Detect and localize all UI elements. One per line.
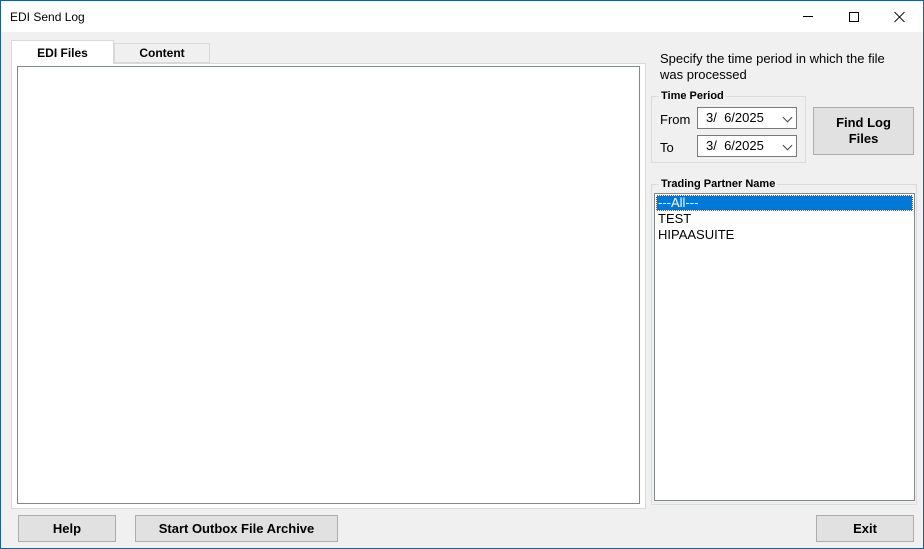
maximize-button[interactable]: [831, 1, 877, 32]
tab-content[interactable]: Content: [114, 43, 210, 63]
to-label: To: [660, 140, 674, 155]
help-button[interactable]: Help: [18, 515, 116, 542]
find-log-files-button[interactable]: Find Log Files: [813, 107, 914, 155]
close-icon: [894, 11, 906, 23]
list-item-test[interactable]: TEST: [656, 211, 913, 227]
list-item-hipaasuite[interactable]: HIPAASUITE: [656, 227, 913, 243]
minimize-icon: [803, 16, 813, 17]
exit-button[interactable]: Exit: [816, 515, 914, 542]
maximize-icon: [849, 11, 859, 22]
to-date-picker[interactable]: 3/ 6/2025: [697, 135, 797, 157]
to-date-value: 3/ 6/2025: [706, 138, 764, 153]
edi-files-list[interactable]: [17, 66, 640, 504]
title-bar[interactable]: EDI Send Log: [1, 1, 923, 32]
edi-send-log-window: EDI Send Log EDI Files Content Specify t…: [0, 0, 924, 549]
chevron-down-icon[interactable]: [782, 140, 793, 151]
trading-partner-list[interactable]: ---All--- TEST HIPAASUITE: [654, 193, 915, 501]
time-period-legend: Time Period: [659, 90, 726, 102]
close-button[interactable]: [877, 1, 923, 32]
from-date-picker[interactable]: 3/ 6/2025: [697, 107, 797, 129]
chevron-down-icon[interactable]: [782, 112, 793, 123]
time-period-instruction: Specify the time period in which the fil…: [660, 51, 885, 82]
list-item-all[interactable]: ---All---: [656, 195, 913, 211]
from-date-value: 3/ 6/2025: [706, 110, 764, 125]
start-outbox-archive-button[interactable]: Start Outbox File Archive: [135, 515, 338, 542]
from-label: From: [660, 112, 691, 127]
window-title: EDI Send Log: [10, 10, 85, 24]
minimize-button[interactable]: [785, 1, 831, 32]
tab-edi-files[interactable]: EDI Files: [11, 40, 114, 64]
trading-partner-legend: Trading Partner Name: [659, 178, 778, 190]
